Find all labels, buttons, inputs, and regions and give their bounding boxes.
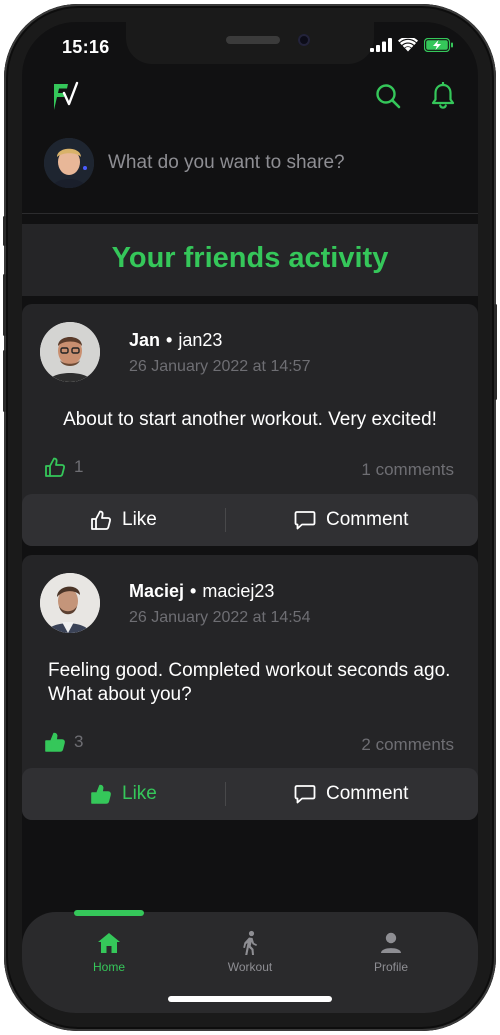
comment-button[interactable]: Comment xyxy=(294,768,408,820)
like-count-value: 1 xyxy=(74,457,84,476)
comment-button[interactable]: Comment xyxy=(294,494,408,546)
top-bar xyxy=(22,76,478,120)
battery-charging-icon xyxy=(424,38,453,52)
power-button xyxy=(494,304,497,400)
thumbs-up-outline-icon xyxy=(45,457,66,477)
like-button[interactable]: Like xyxy=(90,494,157,546)
app-logo[interactable] xyxy=(52,80,80,112)
status-time: 15:16 xyxy=(62,37,110,57)
walking-icon xyxy=(243,930,257,955)
comment-icon xyxy=(294,511,316,530)
action-divider xyxy=(225,508,226,532)
tab-workout[interactable]: Workout xyxy=(190,930,310,974)
notch xyxy=(126,22,374,64)
post-body: Feeling good. Completed workout seconds … xyxy=(48,660,451,705)
comment-icon xyxy=(294,785,316,804)
speaker-grille xyxy=(226,36,280,44)
volume-up-button xyxy=(3,274,6,336)
comment-count[interactable]: 2 comments xyxy=(361,735,454,755)
front-camera xyxy=(298,34,310,46)
post-actions: Like Comment xyxy=(22,768,478,820)
share-input[interactable]: What do you want to share? xyxy=(108,152,345,174)
like-count: 3 xyxy=(44,731,83,753)
activity-header: Your friends activity xyxy=(22,224,478,296)
comment-count[interactable]: 1 comments xyxy=(361,460,454,480)
page-title: Your friends activity xyxy=(111,242,389,274)
author-avatar[interactable] xyxy=(40,573,100,633)
post-date: 26 January 2022 at 14:54 xyxy=(129,609,311,626)
post-actions: Like Comment xyxy=(22,494,478,546)
tab-home-label: Home xyxy=(92,960,125,974)
action-divider xyxy=(225,782,226,806)
tab-profile[interactable]: Profile xyxy=(331,930,451,974)
person-icon xyxy=(381,932,401,953)
search-icon[interactable] xyxy=(374,82,402,110)
comment-label: Comment xyxy=(326,509,409,530)
thumbs-up-outline-icon xyxy=(91,510,112,530)
tab-workout-label: Workout xyxy=(227,960,273,974)
bell-icon[interactable] xyxy=(430,82,456,110)
app-screen: 15:16 What do you want to share? Your fr… xyxy=(22,22,478,1013)
author-name[interactable]: Maciej • maciej23 xyxy=(129,581,274,602)
tab-home[interactable]: Home xyxy=(49,930,169,974)
post-card: Jan • jan23 26 January 2022 at 14:57 About… xyxy=(22,304,478,546)
tab-profile-label: Profile xyxy=(373,960,408,974)
author-handle[interactable]: jan23 xyxy=(178,330,222,350)
user-avatar[interactable] xyxy=(44,138,94,188)
like-button[interactable]: Like xyxy=(90,768,157,820)
wifi-icon xyxy=(398,38,418,52)
home-indicator[interactable] xyxy=(168,996,332,1002)
thumbs-up-filled-icon xyxy=(91,784,111,804)
volume-down-button xyxy=(3,350,6,412)
comment-label: Comment xyxy=(326,783,409,804)
active-tab-indicator xyxy=(74,910,144,916)
like-label: Like xyxy=(122,783,157,804)
signal-icon xyxy=(370,38,392,52)
like-label: Like xyxy=(122,509,157,530)
post-composer[interactable]: What do you want to share? xyxy=(22,132,478,214)
author-avatar[interactable] xyxy=(40,322,100,382)
thumbs-up-filled-icon xyxy=(45,732,65,752)
post-date: 26 January 2022 at 14:57 xyxy=(129,358,311,375)
author-handle[interactable]: maciej23 xyxy=(202,581,274,601)
author-name[interactable]: Jan • jan23 xyxy=(129,330,222,351)
silent-switch xyxy=(3,216,6,246)
home-icon xyxy=(98,933,120,953)
like-count-value: 3 xyxy=(74,732,84,751)
status-icons xyxy=(370,38,454,52)
post-body: About to start another workout. Very exc… xyxy=(63,409,437,430)
post-card: Maciej • maciej23 26 January 2022 at 14:54… xyxy=(22,555,478,820)
like-count: 1 xyxy=(44,456,83,478)
